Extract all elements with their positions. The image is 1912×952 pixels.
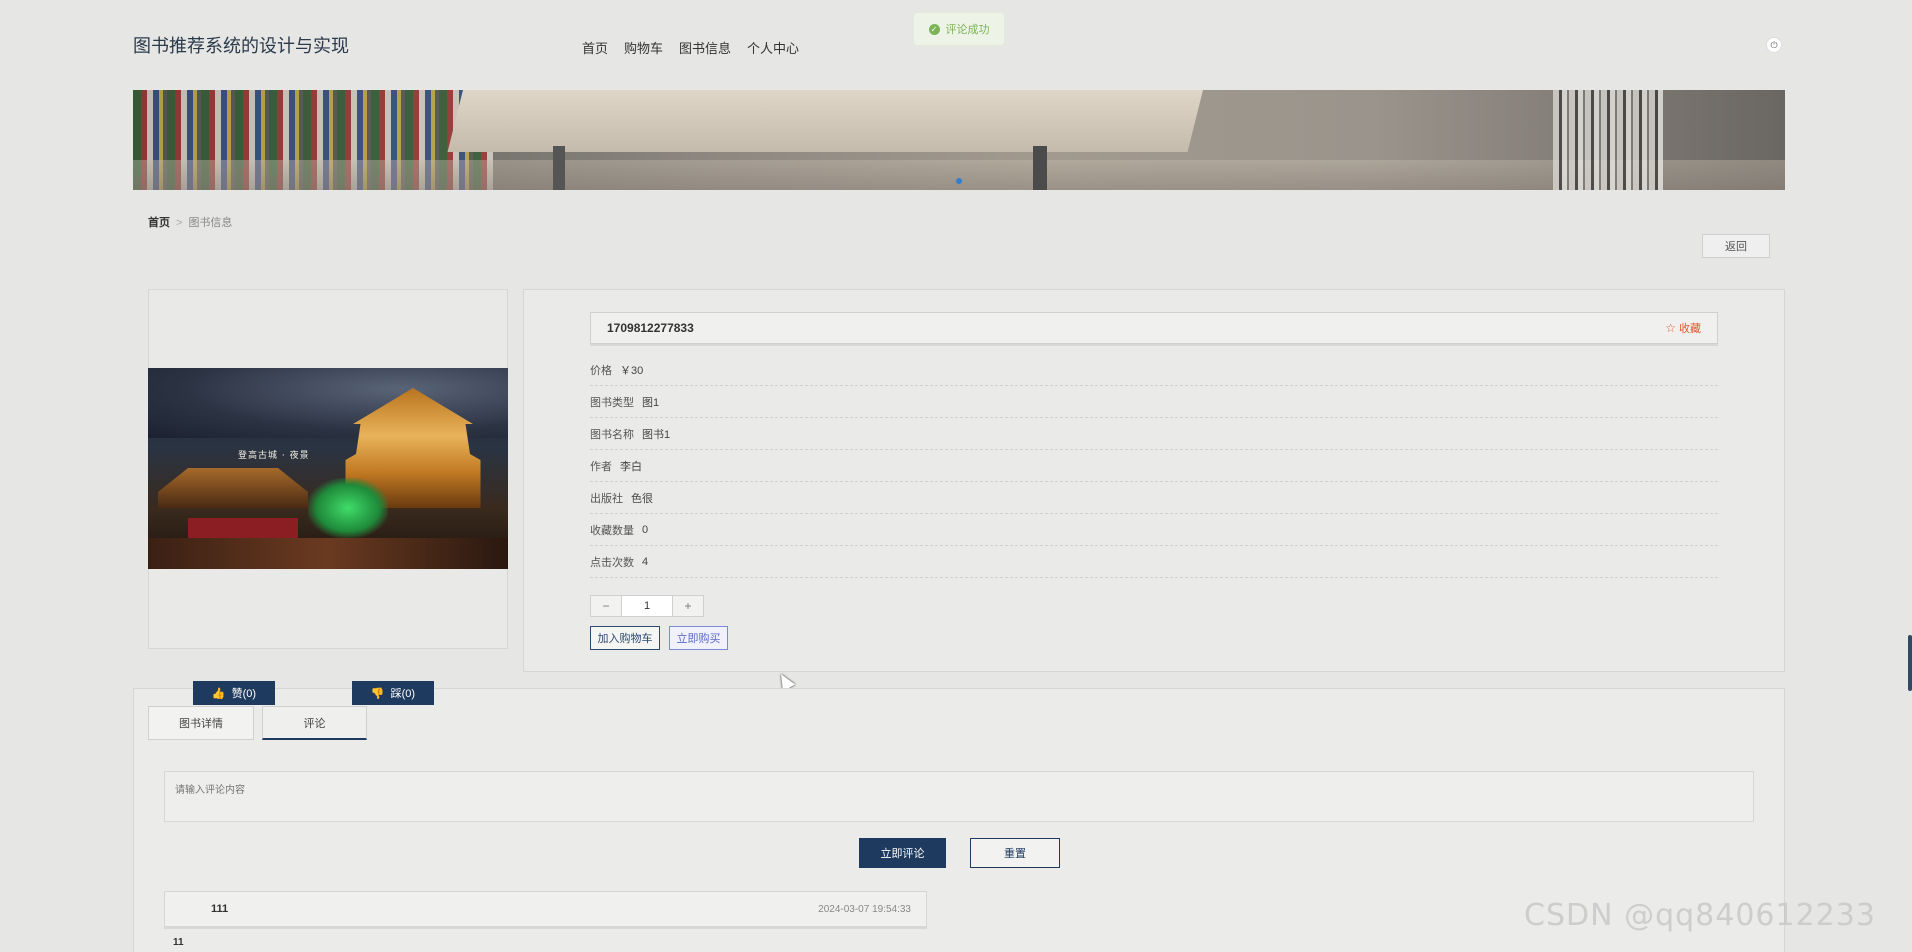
field-row-clicks: 点击次数 4 — [590, 546, 1718, 578]
field-value: 图书1 — [642, 428, 671, 441]
favorite-button[interactable]: ☆ 收藏 — [1665, 320, 1701, 336]
field-label: 图书类型 — [590, 396, 634, 409]
favorite-label: 收藏 — [1679, 323, 1701, 335]
field-row-price: 价格 ￥30 — [590, 354, 1718, 386]
nav-item-books[interactable]: 图书信息 — [679, 38, 731, 57]
field-label: 出版社 — [590, 492, 623, 505]
field-value: 色很 — [631, 492, 653, 505]
field-value: 4 — [642, 555, 649, 568]
field-row-name: 图书名称 图书1 — [590, 418, 1718, 450]
dislike-label: 踩(0) — [390, 688, 416, 700]
power-icon[interactable]: ⏻ — [1766, 37, 1782, 53]
book-cover-image: 登高古城 · 夜景 — [148, 368, 508, 569]
decrement-button[interactable]: − — [591, 596, 621, 616]
star-icon: ☆ — [1665, 321, 1676, 335]
tab-comment[interactable]: 评论 — [262, 706, 367, 740]
field-row-publisher: 出版社 色很 — [590, 482, 1718, 514]
field-value: 图1 — [642, 396, 660, 409]
increment-button[interactable]: + — [673, 596, 703, 616]
field-value: 李白 — [620, 460, 642, 473]
field-row-author: 作者 李白 — [590, 450, 1718, 482]
watermark: CSDN @qq840612233 — [1524, 898, 1876, 933]
reset-button[interactable]: 重置 — [970, 838, 1060, 868]
submit-comment-button[interactable]: 立即评论 — [859, 838, 946, 868]
book-title: 1709812277833 — [607, 321, 694, 335]
nav-item-home[interactable]: 首页 — [582, 38, 608, 57]
comment-content: 11 — [173, 937, 184, 948]
banner-carousel[interactable] — [133, 90, 1785, 190]
carousel-indicator[interactable] — [956, 178, 962, 184]
like-button[interactable]: 👍 赞(0) — [193, 681, 275, 705]
field-label: 点击次数 — [590, 556, 634, 569]
nav-item-cart[interactable]: 购物车 — [624, 38, 663, 57]
add-to-cart-button[interactable]: 加入购物车 — [590, 626, 660, 650]
dislike-button[interactable]: 👎 踩(0) — [352, 681, 434, 705]
quantity-input[interactable]: 1 — [621, 596, 673, 616]
field-label: 图书名称 — [590, 428, 634, 441]
comment-time: 2024-03-07 19:54:33 — [818, 903, 911, 915]
comment-input[interactable] — [164, 771, 1754, 822]
check-icon: ✓ — [928, 23, 940, 35]
field-row-type: 图书类型 图1 — [590, 386, 1718, 418]
field-label: 收藏数量 — [590, 524, 634, 537]
tab-book-detail[interactable]: 图书详情 — [148, 706, 254, 740]
quantity-stepper: − 1 + — [590, 595, 704, 617]
toast-message: 评论成功 — [945, 24, 990, 36]
field-value: ￥30 — [620, 364, 644, 377]
comment-header: 111 2024-03-07 19:54:33 — [164, 891, 927, 927]
main-nav: 首页 购物车 图书信息 个人中心 — [582, 38, 799, 57]
field-row-favorites: 收藏数量 0 — [590, 514, 1718, 546]
book-title-bar: 1709812277833 ☆ 收藏 — [590, 312, 1718, 344]
nav-item-profile[interactable]: 个人中心 — [747, 38, 799, 57]
field-label: 作者 — [590, 460, 612, 473]
breadcrumb-home[interactable]: 首页 — [148, 217, 170, 229]
breadcrumb: 首页 > 图书信息 — [148, 217, 233, 229]
comment-user: 111 — [211, 903, 229, 915]
buy-now-button[interactable]: 立即购买 — [669, 626, 728, 650]
site-title: 图书推荐系统的设计与实现 — [133, 36, 349, 56]
breadcrumb-current: 图书信息 — [188, 217, 233, 229]
like-label: 赞(0) — [231, 688, 257, 700]
field-label: 价格 — [590, 364, 612, 377]
field-value: 0 — [642, 523, 649, 536]
thumbs-up-icon: 👍 — [211, 687, 226, 700]
image-caption: 登高古城 · 夜景 — [238, 451, 310, 461]
success-toast: ✓ 评论成功 — [913, 12, 1005, 46]
scrollbar-thumb[interactable] — [1908, 635, 1912, 691]
thumbs-down-icon: 👎 — [370, 687, 385, 700]
back-button[interactable]: 返回 — [1702, 234, 1770, 258]
